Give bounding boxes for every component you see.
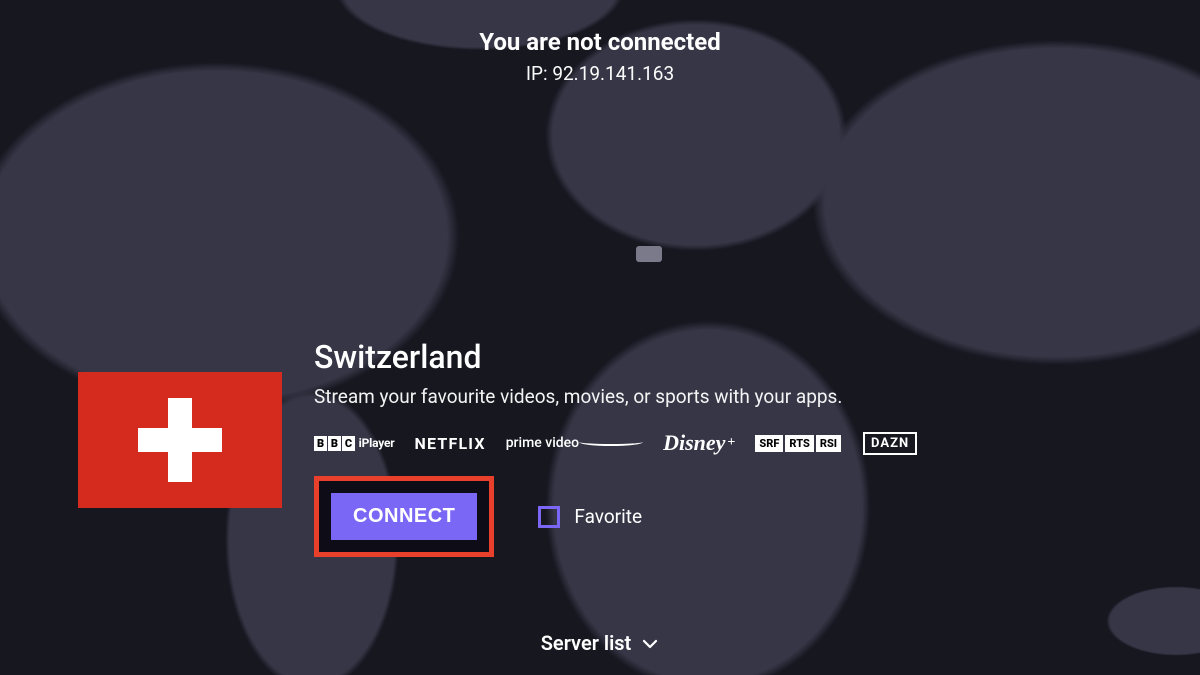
map-marker-switzerland (636, 246, 662, 262)
connect-highlight-frame: CONNECT (314, 476, 494, 557)
bbc-iplayer-logo: BBC iPlayer (314, 436, 395, 451)
world-map-background (0, 0, 1200, 675)
ip-label: IP: (526, 62, 548, 85)
prime-video-logo: prime video (506, 435, 643, 451)
srf-rts-rsi-logo: SRFRTSRSI (755, 435, 843, 452)
server-list-button[interactable]: Server list (0, 631, 1200, 655)
location-card: Switzerland Stream your favourite videos… (78, 340, 1000, 557)
country-name: Switzerland (314, 340, 1000, 375)
favorite-label: Favorite (574, 505, 642, 528)
swiss-flag-icon (78, 372, 282, 508)
favorite-checkbox-icon (538, 506, 560, 528)
status-ip: IP: 92.19.141.163 (0, 62, 1200, 85)
chevron-down-icon (641, 634, 659, 652)
actions-row: CONNECT Favorite (314, 476, 1000, 557)
favorite-toggle[interactable]: Favorite (538, 505, 642, 528)
disney-plus-logo: Disney+ (663, 430, 735, 456)
connect-button[interactable]: CONNECT (331, 493, 477, 540)
location-tagline: Stream your favourite videos, movies, or… (314, 385, 1000, 408)
connection-status: You are not connected IP: 92.19.141.163 (0, 28, 1200, 85)
ip-value: 92.19.141.163 (552, 62, 674, 85)
dazn-logo: DAZN (863, 432, 917, 455)
streaming-apps-row: BBC iPlayer NETFLIX prime video Disney+ … (314, 430, 1000, 456)
status-title: You are not connected (0, 28, 1200, 56)
server-list-label: Server list (541, 631, 632, 655)
netflix-logo: NETFLIX (415, 434, 486, 453)
location-details: Switzerland Stream your favourite videos… (314, 340, 1000, 557)
